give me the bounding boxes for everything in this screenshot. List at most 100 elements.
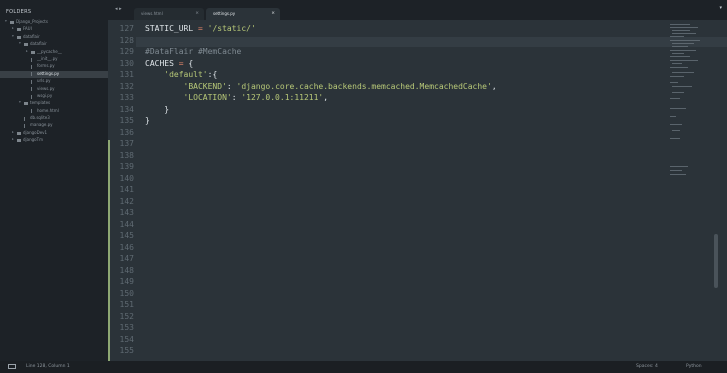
minimap-line <box>672 30 690 31</box>
tab-views-html[interactable]: views.html × <box>134 8 204 20</box>
chevron-down-icon[interactable]: ▾ <box>19 41 21 45</box>
tree-folder[interactable]: ▸ djangoTm <box>0 137 108 144</box>
line-number: 133 <box>119 93 134 102</box>
line-number: 136 <box>119 127 134 137</box>
line-number: 128 <box>119 35 134 45</box>
line-number: 154 <box>119 334 134 344</box>
tree-file[interactable]: db.sqlite3 <box>0 115 108 122</box>
close-icon[interactable]: × <box>271 11 275 16</box>
tab-label: views.html <box>141 11 163 16</box>
code-token: = <box>173 58 189 68</box>
minimap-line <box>672 72 694 73</box>
tree-file[interactable]: urls.py <box>0 78 108 85</box>
chevron-right-icon[interactable]: ▸ <box>12 130 14 134</box>
tree-item-label: dataflair <box>30 41 47 47</box>
line-number: 137 <box>119 139 134 148</box>
code-token: '127.0.0.1:11211' <box>241 93 324 102</box>
chevron-down-icon[interactable]: ▾ <box>19 100 21 104</box>
code-token: 'LOCATION' <box>183 93 232 102</box>
minimap-line <box>672 53 684 54</box>
minimap-line <box>670 116 676 117</box>
line-number: 129 <box>119 47 134 56</box>
tree-file[interactable]: wsgi.py <box>0 93 108 100</box>
code-token: } <box>145 116 150 125</box>
close-icon[interactable]: × <box>195 11 199 16</box>
chevron-right-icon[interactable]: ▸ <box>12 26 14 30</box>
line-number: 145 <box>119 231 134 240</box>
minimap[interactable] <box>666 20 716 361</box>
minimap-line <box>672 63 682 64</box>
tree-item-label: db.sqlite3 <box>30 115 50 121</box>
line-number: 150 <box>119 288 134 298</box>
code-token: : <box>226 81 237 91</box>
code-line: } <box>145 105 169 114</box>
cursor-position: Line 128, Column 1 <box>26 364 70 369</box>
tab-dropdown-icon[interactable]: ▾ <box>719 5 722 11</box>
minimap-line <box>670 76 684 77</box>
chevron-down-icon[interactable]: ▾ <box>5 19 7 23</box>
code-token: , <box>491 81 497 91</box>
minimap-line <box>672 130 680 131</box>
chevron-down-icon[interactable]: ▾ <box>12 34 14 38</box>
minimap-line <box>670 24 690 25</box>
code-area[interactable]: STATIC_URL = '/static/' #DataFlair #MemCa… <box>145 20 645 361</box>
tree-folder[interactable]: ▾ dataflair <box>0 34 108 41</box>
folder-icon <box>24 102 28 106</box>
code-token: , <box>323 93 329 102</box>
tree-folder[interactable]: ▸ djangoDev1 <box>0 130 108 137</box>
minimap-line <box>672 92 684 93</box>
tree-file[interactable]: forms.py <box>0 63 108 70</box>
code-token: 'BACKEND' <box>183 81 227 91</box>
syntax-selector[interactable]: Python <box>686 364 702 369</box>
tree-item-label: djangoTm <box>23 137 43 143</box>
line-number: 147 <box>119 254 134 263</box>
tree-folder[interactable]: ▾ dataflair <box>0 41 108 48</box>
tree-file[interactable]: __init__.py <box>0 56 108 63</box>
code-token: :{ <box>207 70 218 79</box>
tree-item-label: views.py <box>37 85 55 91</box>
tree-folder[interactable]: ▾ templates <box>0 100 108 107</box>
line-number: 148 <box>119 265 134 275</box>
minimap-line <box>672 43 694 44</box>
minimap-line <box>670 138 680 139</box>
line-number: 130 <box>119 58 134 68</box>
tree-file[interactable]: manage.py <box>0 122 108 129</box>
file-icon <box>31 109 35 114</box>
tree-folder[interactable]: ▸ __pycache__ <box>0 49 108 56</box>
tab-settings-py[interactable]: settings.py × <box>206 8 280 20</box>
tree-file[interactable]: home.html <box>0 108 108 115</box>
tree-item-label: FAUI <box>23 26 32 32</box>
tree-item-label: urls.py <box>37 78 51 84</box>
line-number: 149 <box>119 277 134 286</box>
line-number-gutter: 127 128 129 130 131 132 133 134 135 136 137 138 139 1… <box>108 20 136 361</box>
vertical-scrollbar-thumb[interactable] <box>714 234 718 288</box>
line-number: 127 <box>119 24 134 33</box>
tree-folder[interactable]: ▾ Django_Projects <box>0 19 108 26</box>
code-token: '/static/' <box>207 24 256 33</box>
line-number: 140 <box>119 173 134 183</box>
line-number: 152 <box>119 311 134 321</box>
tree-item-label: wsgi.py <box>37 92 53 98</box>
code-token: } <box>145 104 170 114</box>
minimap-line <box>670 124 682 125</box>
chevron-right-icon[interactable]: ▸ <box>26 49 28 53</box>
sidebar-header: FOLDERS <box>6 9 32 15</box>
line-number: 151 <box>119 300 134 309</box>
minimap-line <box>670 40 700 41</box>
tree-folder[interactable]: ▸ FAUI <box>0 26 108 33</box>
minimap-line <box>670 27 698 28</box>
minimap-line <box>672 86 692 87</box>
folder-icon <box>17 139 21 143</box>
code-token: { <box>188 58 194 68</box>
code-token: : <box>231 93 242 102</box>
minimap-line <box>670 67 688 68</box>
chevron-right-icon[interactable]: ▸ <box>12 137 14 141</box>
tab-nav-arrows[interactable]: ◂ ▸ <box>115 6 122 12</box>
tree-file[interactable]: settings.py <box>0 70 108 79</box>
tree-file[interactable]: views.py <box>0 86 108 93</box>
minimap-line <box>670 166 688 167</box>
panel-toggle-icon[interactable] <box>8 364 16 369</box>
indentation-setting[interactable]: Spaces: 4 <box>636 364 658 369</box>
minimap-line <box>670 36 684 37</box>
code-line: } <box>145 116 150 125</box>
